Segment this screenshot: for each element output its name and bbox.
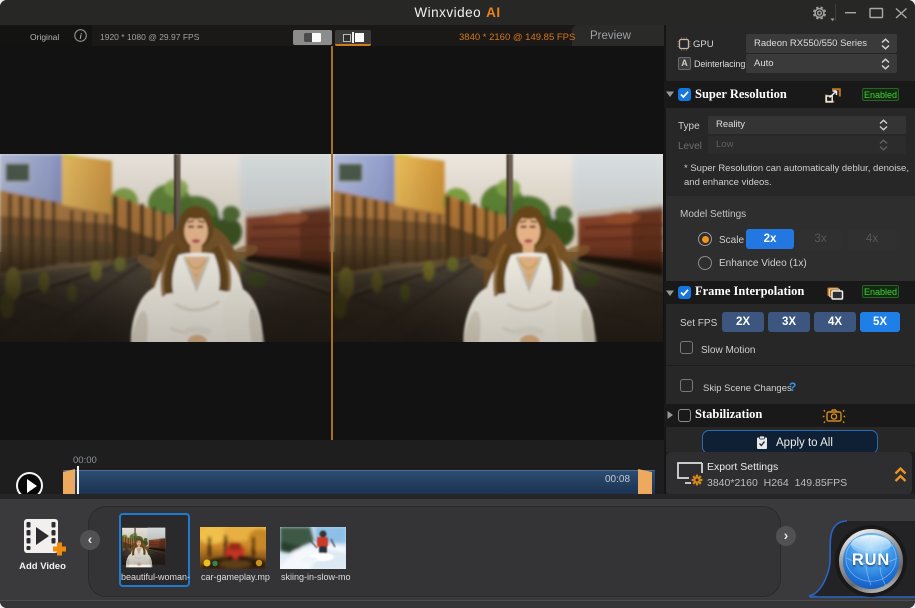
svg-text:i: i xyxy=(80,31,83,41)
